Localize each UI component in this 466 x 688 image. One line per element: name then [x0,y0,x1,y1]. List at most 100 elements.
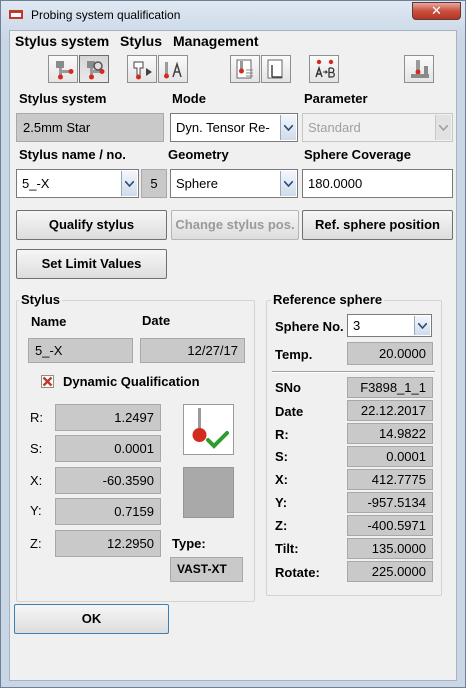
ref-sno-label: SNo [275,380,301,395]
stylus-rename-icon [164,61,182,79]
parameter-select: Standard [302,113,453,142]
stylus-s-value: 0.0001 [55,435,161,462]
stylus-x-label: X: [30,473,43,488]
ref-y-label: Y: [275,495,288,510]
stylus-preview-image [183,467,234,518]
reference-sphere-position-button[interactable]: Ref. sphere position [302,210,453,240]
toolbar-machine-button[interactable] [404,55,434,83]
chevron-down-icon[interactable] [280,171,296,196]
stylus-r-value: 1.2497 [55,404,161,431]
dynamic-qualification-label: Dynamic Qualification [63,374,200,389]
close-icon: ✕ [431,3,442,18]
stylus-date-column-label: Date [142,313,171,328]
stylus-system-label: Stylus system [19,91,107,106]
mode-value: Dyn. Tensor Re- [176,120,270,135]
stylus-name-value: 5_-X [22,176,50,191]
ref-rotate-value: 225.0000 [347,561,433,582]
chevron-down-icon[interactable] [414,316,430,335]
ref-tilt-value: 135.0000 [347,538,433,559]
window-title: Probing system qualification [31,8,181,22]
stylus-z-value: 12.2950 [55,530,161,557]
ok-button[interactable]: OK [14,604,169,634]
menu-bar: Stylus system Stylus Management [10,31,456,51]
stylus-system-settings-icon [87,61,105,80]
ref-z-value: -400.5971 [347,515,433,536]
toolbar-stylus-rename-button[interactable] [158,55,188,83]
stylus-number-field: 5 [141,169,167,198]
dialog-client: Stylus system Stylus Management Stylus s… [9,30,457,681]
ref-date-value: 22.12.2017 [347,400,433,421]
ref-s-label: S: [275,449,288,464]
parameter-value: Standard [308,120,361,135]
ref-tilt-label: Tilt: [275,541,299,556]
toolbar-sphere-position-button[interactable] [230,55,260,83]
sphere-no-value: 3 [353,318,361,333]
ref-x-value: 412.7775 [347,469,433,490]
stylus-qualified-check-icon [192,408,229,449]
ref-r-label: R: [275,427,289,442]
set-limit-values-button[interactable]: Set Limit Values [16,249,167,279]
ref-y-value: -957.5134 [347,492,433,513]
ref-x-label: X: [275,472,288,487]
menu-management[interactable]: Management [173,33,259,49]
geometry-value: Sphere [176,176,218,191]
stylus-type-value: VAST-XT [170,557,243,582]
stylus-s-label: S: [30,441,43,456]
ref-date-label: Date [275,404,304,419]
menu-stylus-system[interactable]: Stylus system [15,33,109,49]
stylus-y-label: Y: [30,503,42,518]
title-bar[interactable]: Probing system qualification ✕ [1,1,465,29]
mode-select[interactable]: Dyn. Tensor Re- [170,113,298,142]
mode-label: Mode [172,91,206,106]
stylus-name-label: Stylus name / no. [19,147,126,162]
sphere-no-select[interactable]: 3 [347,314,432,337]
stylus-r-label: R: [30,410,43,425]
temperature-value: 20.0000 [347,342,433,365]
toolbar-stylus-settings-button[interactable] [79,55,109,83]
cross-check-icon [42,376,53,387]
stylus-system-icon [56,61,74,80]
close-button[interactable]: ✕ [412,2,461,20]
stylus-type-label: Type: [172,536,206,551]
stylus-group-title: Stylus [19,292,63,307]
menu-stylus[interactable]: Stylus [120,33,162,49]
stylus-date-field: 12/27/17 [140,338,245,363]
reference-sphere-separator [272,371,435,373]
geometry-label: Geometry [168,147,229,162]
stylus-system-field: 2.5mm Star [16,113,164,142]
stylus-add-icon [133,61,152,80]
sphere-coverage-input[interactable]: 180.0000 [302,169,453,198]
sphere-position-icon [236,59,253,79]
app-icon [9,10,23,19]
qualify-stylus-button[interactable]: Qualify stylus [16,210,167,240]
chevron-down-icon [435,115,451,140]
stylus-z-label: Z: [30,536,42,551]
toolbar-stylus-swap-button[interactable] [309,55,339,83]
stylus-name-column-label: Name [31,314,67,329]
sphere-no-label: Sphere No. [275,319,344,334]
chevron-down-icon[interactable] [121,171,137,196]
chevron-down-icon[interactable] [280,115,296,140]
toolbar-stylus-system-button[interactable] [48,55,78,83]
ref-z-label: Z: [275,518,288,533]
reference-sphere-group-title: Reference sphere [271,292,385,307]
geometry-select[interactable]: Sphere [170,169,298,198]
change-stylus-position-button: Change stylus pos. [171,210,299,240]
stylus-status-image [183,404,234,455]
stylus-swap-icon [315,59,335,78]
ref-rotate-label: Rotate: [275,565,320,580]
ref-s-value: 0.0001 [347,446,433,467]
stylus-y-value: 0.7159 [55,498,161,525]
dynamic-qualification-checkbox[interactable] [41,375,54,388]
stylus-name-field: 5_-X [28,338,133,363]
ref-sno-value: F3898_1_1 [347,377,433,398]
toolbar-sphere-document-button[interactable] [261,55,291,83]
sphere-document-icon [267,59,283,79]
toolbar-stylus-add-button[interactable] [127,55,157,83]
machine-icon [411,60,429,78]
parameter-label: Parameter [304,91,368,106]
stylus-x-value: -60.3590 [55,467,161,494]
probing-qualification-window: Probing system qualification ✕ Stylus sy… [0,0,466,688]
temperature-label: Temp. [275,347,313,362]
stylus-name-select[interactable]: 5_-X [16,169,139,198]
